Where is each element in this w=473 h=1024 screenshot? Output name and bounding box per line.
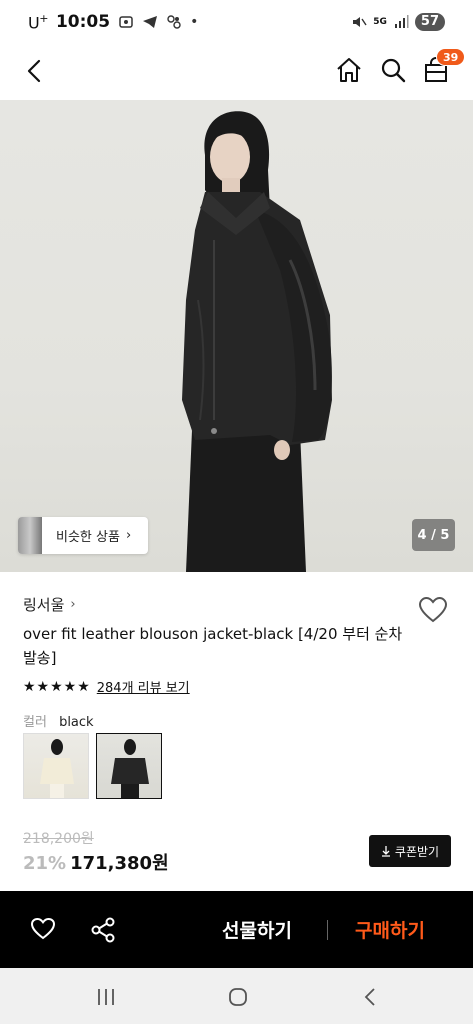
mute-icon <box>353 17 367 27</box>
top-nav: 39 <box>0 44 473 100</box>
swatch-black-image <box>111 739 149 798</box>
image-pager: 4 / 5 <box>412 519 455 551</box>
star-rating-icon: ★★★★★ <box>23 678 91 695</box>
app-icon <box>167 15 181 29</box>
screenshot-icon <box>119 16 133 28</box>
divider <box>327 920 328 940</box>
telegram-icon <box>143 15 158 28</box>
system-nav-bar <box>0 968 473 1024</box>
chevron-right-icon: › <box>70 597 76 612</box>
similar-products-thumbnail <box>18 517 42 554</box>
search-icon[interactable] <box>378 55 408 85</box>
color-value: black <box>59 715 94 730</box>
cart-count-badge: 39 <box>436 48 466 66</box>
signal-icon <box>394 15 409 28</box>
wishlist-heart-icon[interactable] <box>30 917 56 941</box>
color-swatch-ivory[interactable] <box>23 733 89 799</box>
gift-button[interactable]: 선물하기 <box>222 916 292 943</box>
status-bar: U+ 10:05 • 5G 57 <box>0 0 473 44</box>
chevron-right-icon: › <box>125 528 132 543</box>
home-button-icon[interactable] <box>228 987 248 1007</box>
brand-name: 링서울 <box>23 596 65 614</box>
bottom-action-bar: 선물하기 구매하기 <box>0 891 473 968</box>
original-price: 218,200원 <box>23 831 94 847</box>
brand-link[interactable]: 링서울 › <box>23 594 76 615</box>
color-row: 컬러 black <box>23 711 94 730</box>
coupon-button[interactable]: 쿠폰받기 <box>369 835 451 867</box>
discount-rate: 21% <box>23 853 67 874</box>
color-label: 컬러 <box>23 715 47 730</box>
coupon-label: 쿠폰받기 <box>394 844 440 859</box>
swatch-ivory-image <box>40 739 74 798</box>
status-time: 10:05 <box>55 11 111 32</box>
buy-button[interactable]: 구매하기 <box>355 916 425 943</box>
product-image[interactable]: 비슷한 상품 › 4 / 5 <box>0 100 473 572</box>
review-link[interactable]: 284개 리뷰 보기 <box>97 677 190 696</box>
network-type: 5G <box>373 17 387 27</box>
model-photo <box>182 111 332 572</box>
sale-price: 171,380원 <box>70 853 169 874</box>
system-back-icon[interactable] <box>362 987 378 1007</box>
recent-apps-icon[interactable] <box>96 988 116 1006</box>
similar-products-button[interactable]: 비슷한 상품 › <box>18 517 148 554</box>
share-icon[interactable] <box>90 917 116 943</box>
color-swatch-black[interactable] <box>96 733 162 799</box>
notification-dot-icon: • <box>190 13 199 30</box>
wishlist-heart-icon[interactable] <box>418 596 448 624</box>
download-icon <box>381 846 390 857</box>
price-row: 21% 171,380원 <box>23 849 169 875</box>
home-icon[interactable] <box>334 55 364 85</box>
back-arrow-icon[interactable] <box>20 56 50 86</box>
battery-indicator: 57 <box>414 13 445 31</box>
similar-products-label: 비슷한 상품 <box>56 530 120 545</box>
carrier-label: U+ <box>28 11 48 33</box>
product-title: over fit leather blouson jacket-black [4… <box>23 625 403 667</box>
rating-row: ★★★★★ 284개 리뷰 보기 <box>23 677 190 697</box>
